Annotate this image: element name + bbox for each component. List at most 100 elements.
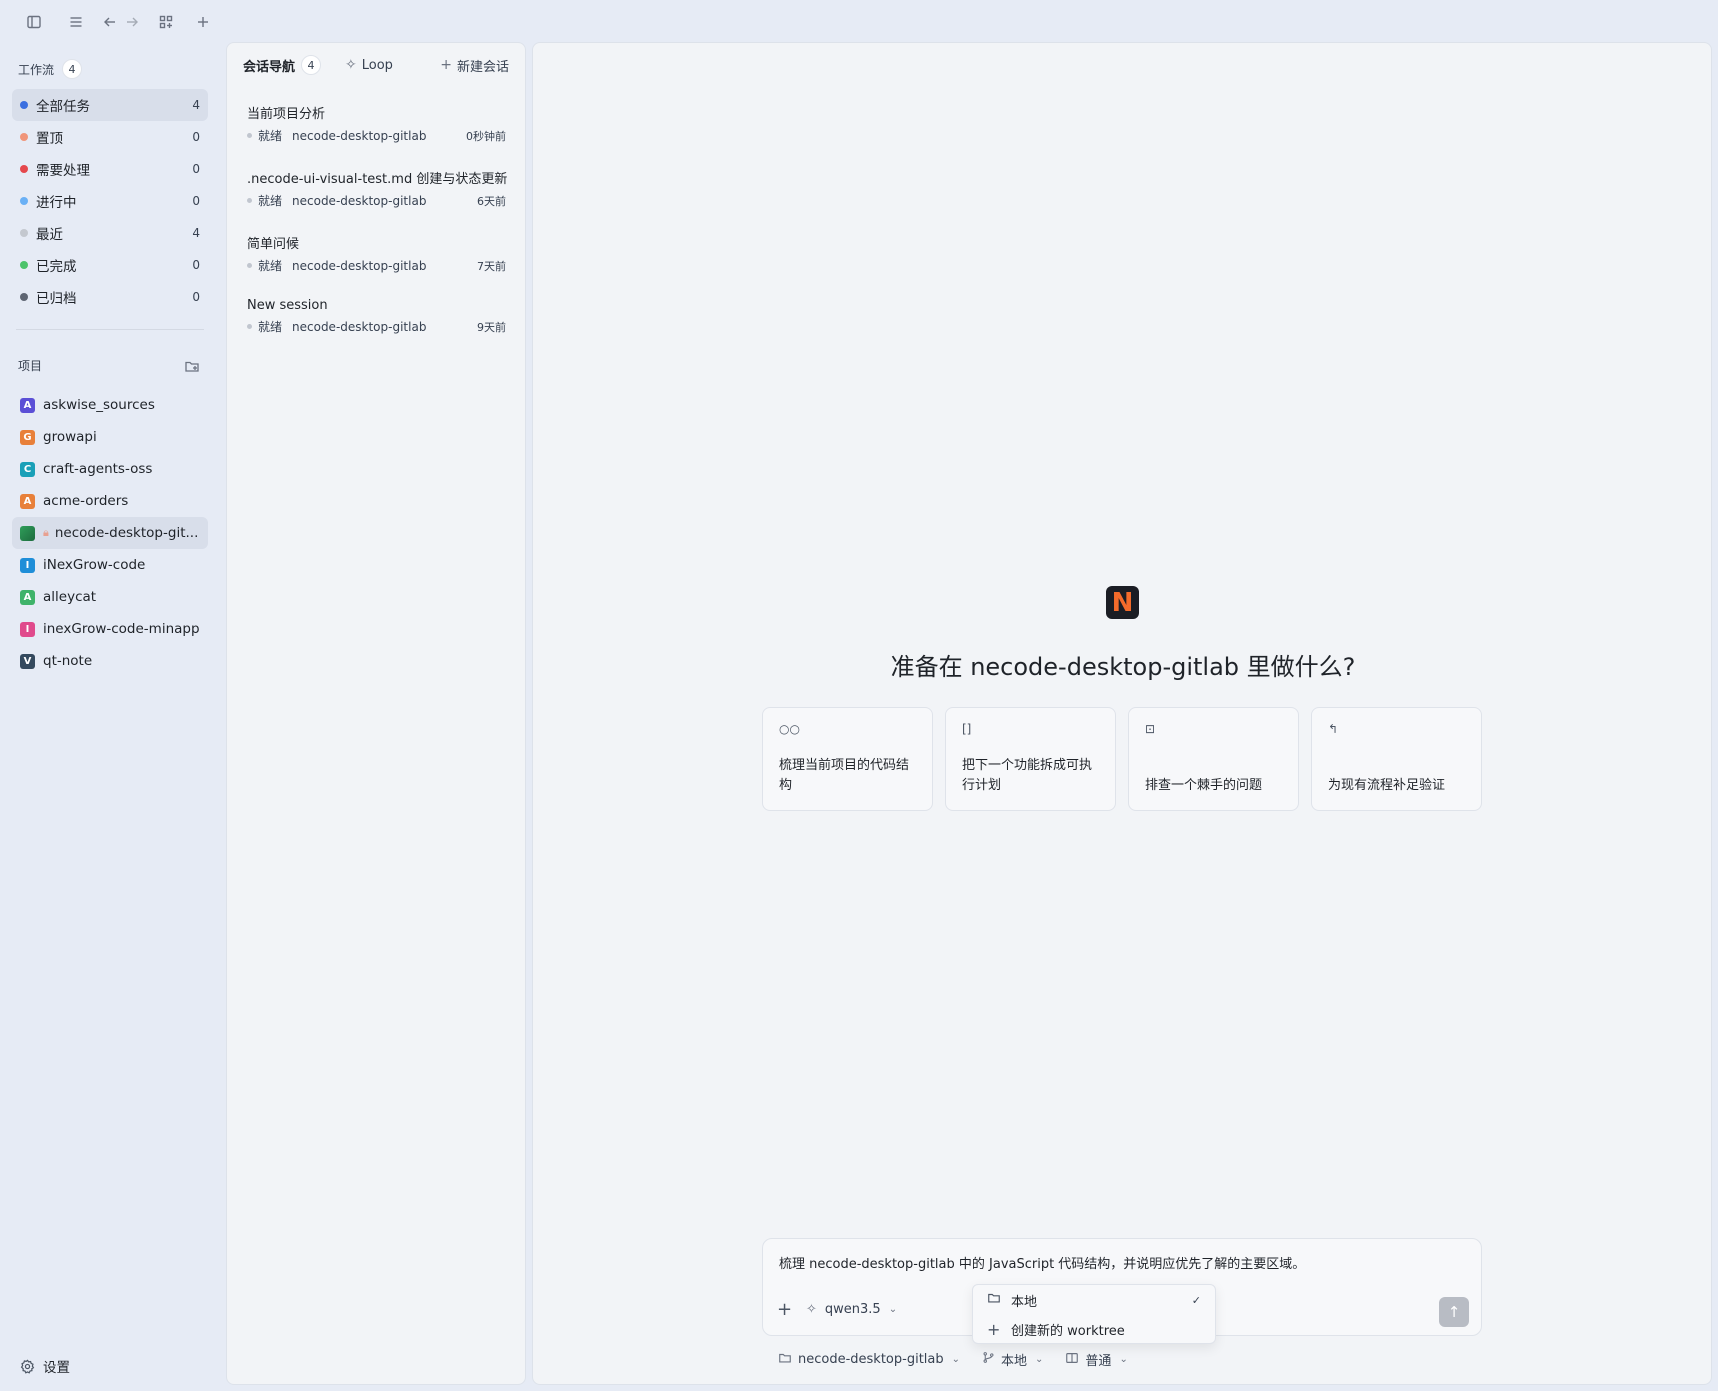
branch-selector-label: 本地	[1001, 1354, 1028, 1369]
dropdown-item-new-worktree[interactable]: + 创建新的 worktree	[973, 1315, 1215, 1343]
add-folder-icon[interactable]	[184, 358, 200, 374]
session-title: 当前项目分析	[247, 107, 326, 122]
project-item[interactable]: Vqt-note	[12, 645, 208, 677]
dropdown-item-label: 本地	[1011, 1294, 1038, 1310]
project-avatar: A	[20, 589, 35, 605]
workflow-item-count: 0	[192, 162, 200, 176]
project-item[interactable]: Ggrowapi	[12, 421, 208, 453]
session-nav-title: 会话导航	[243, 59, 296, 75]
dropdown-item-local[interactable]: 本地 ✓	[973, 1286, 1215, 1314]
workflow-item[interactable]: 置顶 0	[12, 121, 208, 153]
lock-icon: 🔒︎	[43, 526, 49, 539]
project-item[interactable]: IiNexGrow-code	[12, 549, 208, 581]
send-button[interactable]: ↑	[1439, 1297, 1469, 1327]
suggestion-card[interactable]: ⊡ 排查一个棘手的问题	[1128, 707, 1299, 811]
status-dot	[20, 229, 28, 237]
session-meta: 就绪 necode-desktop-gitlab 6天前	[247, 192, 506, 209]
suggestion-card-text: 为现有流程补足验证	[1328, 778, 1446, 793]
workflow-item[interactable]: 需要处理 0	[12, 153, 208, 185]
apps-grid-icon[interactable]	[156, 12, 176, 32]
workflow-item[interactable]: 进行中 0	[12, 185, 208, 217]
project-item-label: inexGrow-code-minapp	[43, 621, 200, 637]
chevron-down-icon: ⌄	[888, 1304, 898, 1315]
session-item[interactable]: 简单问候 就绪 necode-desktop-gitlab 7天前	[227, 229, 525, 294]
composer-footer: necode-desktop-gitlab ⌄ 本地 ⌄ 普通 ⌄	[778, 1350, 1150, 1369]
project-selector[interactable]: necode-desktop-gitlab ⌄	[778, 1351, 960, 1369]
workflow-item[interactable]: 已归档 0	[12, 281, 208, 313]
suggestion-card[interactable]: [] 把下一个功能拆成可执行计划	[945, 707, 1116, 811]
back-arrow-icon[interactable]	[100, 12, 120, 32]
plus-icon[interactable]	[193, 12, 213, 32]
model-selector[interactable]: ✧ qwen3.5 ⌄	[806, 1302, 897, 1317]
workflow-item[interactable]: 已完成 0	[12, 249, 208, 281]
session-time: 0秒钟前	[466, 129, 506, 143]
menu-icon[interactable]	[66, 12, 86, 32]
projects-header: 项目	[18, 357, 200, 374]
suggestion-card-text: 把下一个功能拆成可执行计划	[962, 758, 1093, 793]
plus-icon: +	[440, 57, 452, 73]
session-status: 就绪	[258, 320, 283, 334]
book-icon	[1065, 1351, 1079, 1369]
chevron-down-icon: ⌄	[1119, 1354, 1128, 1365]
project-avatar: C	[20, 461, 35, 477]
workflow-count-badge: 4	[62, 59, 83, 79]
workflow-item[interactable]: 最近 4	[12, 217, 208, 249]
project-item-label: acme-orders	[43, 493, 129, 509]
page-headline: 准备在 necode-desktop-gitlab 里做什么?	[890, 653, 1356, 681]
workflow-item-label: 已归档	[36, 291, 77, 307]
project-item[interactable]: Aaskwise_sources	[12, 389, 208, 421]
status-dot	[20, 133, 28, 141]
project-avatar: I	[20, 621, 35, 637]
loop-button[interactable]: ✧ Loop	[345, 57, 393, 73]
project-item-label: growapi	[43, 429, 97, 445]
session-item[interactable]: 当前项目分析就绪 necode-desktop-gitlab 0秒钟前	[227, 99, 525, 164]
mode-selector[interactable]: 普通 ⌄	[1065, 1350, 1128, 1369]
suggestion-card[interactable]: ↰ 为现有流程补足验证	[1311, 707, 1482, 811]
model-label: qwen3.5	[824, 1302, 881, 1317]
project-item[interactable]: Ccraft-agents-oss	[12, 453, 208, 485]
workflow-item-count: 4	[192, 226, 200, 240]
dropdown-item-label: 创建新的 worktree	[1011, 1323, 1125, 1339]
session-project: necode-desktop-gitlab	[292, 258, 427, 273]
project-item[interactable]: Aalleycat	[12, 581, 208, 613]
project-list: Aaskwise_sources Ggrowapi Ccraft-agents-os…	[12, 389, 208, 677]
workflow-item-label: 最近	[36, 227, 63, 243]
workflow-title: 工作流	[18, 62, 55, 77]
status-dot	[20, 101, 28, 109]
session-nav-panel: 会话导航 4 ✧ Loop + 新建会话 当前项目分析 就绪 necode-desk…	[226, 42, 526, 1385]
suggestion-card-text: 梳理当前项目的代码结构	[779, 758, 910, 793]
suggestion-card[interactable]: ○○ 梳理当前项目的代码结构	[762, 707, 933, 811]
session-item[interactable]: .necode-ui-visual-test.md 创建与状态更新 就绪 necod…	[227, 164, 525, 229]
project-item-label: askwise_sources	[43, 397, 155, 413]
session-time: 9天前	[477, 320, 506, 334]
session-meta: 就绪 necode-desktop-gitlab 0秒钟前	[247, 127, 506, 144]
workflow-item[interactable]: 全部任务 4	[12, 89, 208, 121]
sidebar-divider	[16, 329, 204, 330]
project-item[interactable]: 🔒︎ necode-desktop-git...	[12, 517, 208, 549]
top-toolbar	[0, 0, 230, 42]
new-session-label: 新建会话	[456, 59, 509, 75]
workflow-header: 工作流 4	[18, 59, 83, 79]
session-title: New session	[247, 298, 328, 313]
session-status: 就绪	[258, 194, 283, 208]
sidebar-toggle-icon[interactable]	[24, 12, 44, 32]
status-dot	[20, 197, 28, 205]
project-item[interactable]: Aacme-orders	[12, 485, 208, 517]
settings-button[interactable]: 设置	[20, 1356, 70, 1376]
suggestion-cards: ○○ 梳理当前项目的代码结构 [] 把下一个功能拆成可执行计划 ⊡ 排查一个棘手的问题 ↰ 为…	[762, 707, 1482, 811]
forward-arrow-icon[interactable]	[122, 12, 142, 32]
project-avatar: A	[20, 493, 35, 509]
branch-selector[interactable]: 本地 ⌄	[982, 1350, 1043, 1369]
logo-letter: N	[1111, 587, 1134, 618]
projects-title: 项目	[18, 359, 43, 373]
session-meta: 就绪 necode-desktop-gitlab 9天前	[247, 318, 506, 335]
project-item[interactable]: IinexGrow-code-minapp	[12, 613, 208, 645]
attach-plus-icon[interactable]: +	[777, 1299, 792, 1320]
session-item[interactable]: New session 就绪 necode-desktop-gitlab 9天前	[227, 294, 525, 359]
new-session-button[interactable]: + 新建会话	[440, 56, 509, 75]
check-icon: ✓	[1191, 1293, 1201, 1307]
undo-icon: ↰	[1328, 722, 1339, 736]
project-selector-label: necode-desktop-gitlab	[798, 1352, 944, 1367]
git-branch-icon	[982, 1351, 995, 1368]
prompt-input[interactable]: 梳理 necode-desktop-gitlab 中的 JavaScript 代…	[779, 1253, 1305, 1272]
